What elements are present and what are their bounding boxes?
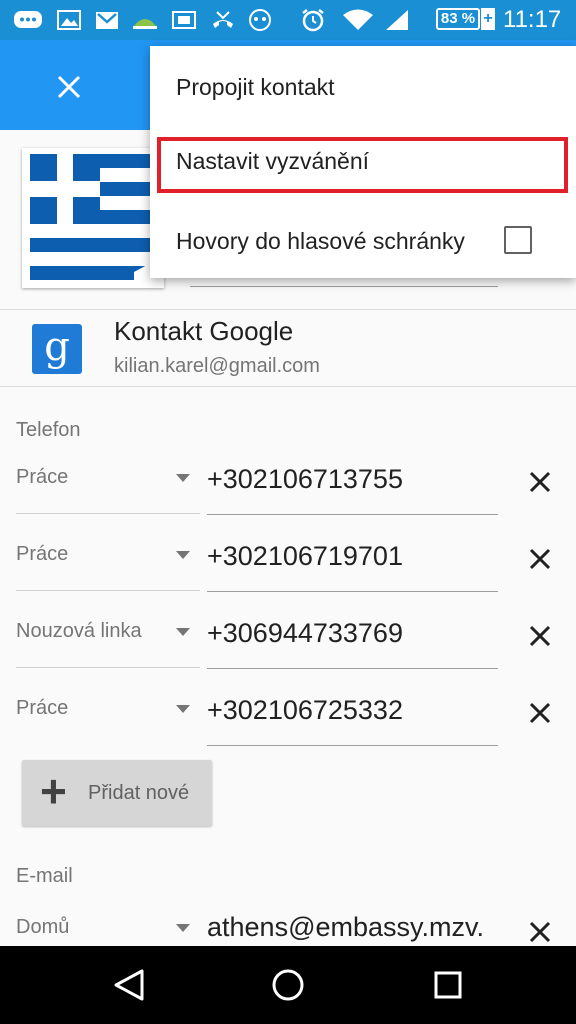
- menu-item-link-contact[interactable]: Propojit kontakt: [150, 52, 576, 122]
- weather-notification-icon: [133, 19, 157, 29]
- phone-row: Práce +302106713755: [0, 462, 576, 538]
- back-icon[interactable]: [108, 965, 152, 1005]
- chat-notification-icon: [14, 11, 42, 28]
- menu-item-label: Propojit kontakt: [176, 74, 335, 100]
- dropdown-arrow-icon[interactable]: [176, 705, 190, 713]
- phone-underline: [207, 514, 498, 515]
- remove-phone-button[interactable]: [520, 616, 560, 656]
- email-section-label: E-mail: [16, 865, 73, 887]
- menu-item-voicemail-calls[interactable]: Hovory do hlasové schránky: [150, 204, 576, 274]
- contact-photo[interactable]: [22, 148, 164, 288]
- dropdown-arrow-icon[interactable]: [176, 551, 190, 559]
- navigation-bar: [0, 946, 576, 1024]
- phone-type-selector[interactable]: Práce: [16, 543, 68, 566]
- type-underline: [16, 590, 200, 591]
- add-phone-label: Přidat nové: [88, 782, 190, 804]
- calendar-notification-icon: [172, 11, 196, 29]
- divider: [0, 309, 576, 310]
- signal-icon: [386, 10, 408, 30]
- app-notification-icon: [249, 9, 271, 31]
- email-input[interactable]: athens@embassy.mzv.: [207, 912, 507, 943]
- dropdown-arrow-icon[interactable]: [176, 474, 190, 482]
- email-type-selector[interactable]: Domů: [16, 916, 69, 939]
- battery-indicator: 83 %: [436, 8, 480, 30]
- phone-number-input[interactable]: +302106719701: [207, 541, 403, 572]
- type-underline: [16, 513, 200, 514]
- home-icon[interactable]: [266, 965, 310, 1005]
- remove-phone-button[interactable]: [520, 462, 560, 502]
- highlight-box: [157, 137, 568, 193]
- remove-phone-button[interactable]: [520, 693, 560, 733]
- phone-type-selector[interactable]: Nouzová linka: [16, 620, 142, 643]
- phone-type-selector[interactable]: Práce: [16, 466, 68, 489]
- phone-row: Práce +302106725332: [0, 693, 576, 769]
- phone-underline: [207, 591, 498, 592]
- menu-item-label: Hovory do hlasové schránky: [176, 228, 465, 254]
- charging-icon: +: [481, 8, 495, 30]
- missed-call-icon: [213, 11, 233, 28]
- remove-phone-button[interactable]: [520, 539, 560, 579]
- remove-icon: [529, 471, 551, 493]
- recents-icon[interactable]: [426, 965, 470, 1005]
- phone-number-input[interactable]: +302106725332: [207, 695, 403, 726]
- remove-icon: [529, 625, 551, 647]
- dropdown-arrow-icon[interactable]: [176, 628, 190, 636]
- greek-flag-image: [22, 148, 164, 288]
- clock: 11:17: [503, 6, 562, 33]
- phone-type-selector[interactable]: Práce: [16, 697, 68, 720]
- remove-icon: [529, 548, 551, 570]
- close-icon: [57, 75, 81, 99]
- add-phone-button[interactable]: + Přidat nové: [22, 760, 212, 826]
- status-bar: 83 % + 11:17: [0, 0, 576, 40]
- google-account-icon: g: [32, 324, 82, 374]
- phone-row: Nouzová linka +306944733769: [0, 616, 576, 692]
- image-notification-icon: [57, 10, 81, 30]
- voicemail-checkbox[interactable]: [504, 226, 532, 254]
- phone-section-label: Telefon: [16, 419, 81, 441]
- wifi-icon: [343, 9, 373, 30]
- divider: [0, 386, 576, 387]
- phone-number-input[interactable]: +302106713755: [207, 464, 403, 495]
- dropdown-arrow-icon[interactable]: [176, 924, 190, 932]
- name-field-underline: [190, 286, 498, 287]
- remove-icon: [529, 702, 551, 724]
- phone-number-input[interactable]: +306944733769: [207, 618, 403, 649]
- plus-icon: +: [40, 765, 67, 817]
- phone-underline: [207, 668, 498, 669]
- alarm-icon: [302, 9, 324, 32]
- account-type: Kontakt Google: [114, 316, 294, 346]
- close-button[interactable]: [44, 62, 94, 112]
- gmail-icon: [96, 12, 118, 29]
- account-email: kilian.karel@gmail.com: [114, 355, 320, 377]
- type-underline: [16, 667, 200, 668]
- phone-row: Práce +302106719701: [0, 539, 576, 615]
- phone-underline: [207, 745, 498, 746]
